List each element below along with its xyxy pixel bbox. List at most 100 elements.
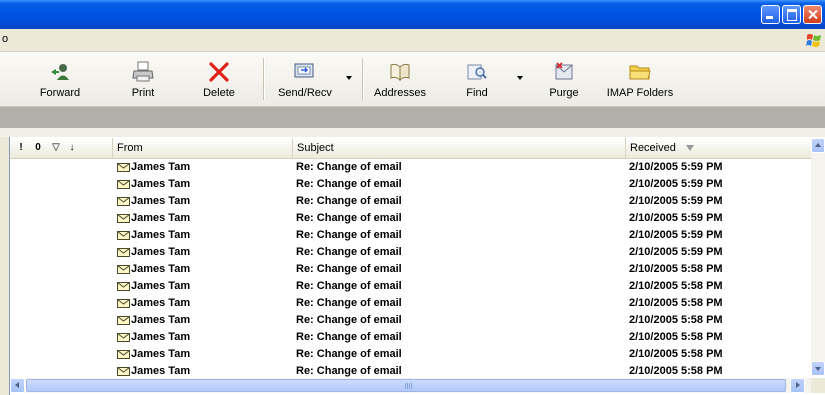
menu-item-fragment[interactable]: o — [2, 33, 8, 45]
envelope-icon — [117, 367, 130, 376]
row-received: 2/10/2005 5:58 PM — [629, 331, 723, 343]
envelope-icon — [117, 248, 130, 257]
envelope-icon — [117, 197, 130, 206]
close-button[interactable] — [803, 5, 822, 24]
row-received: 2/10/2005 5:59 PM — [629, 161, 723, 173]
row-subject: Re: Change of email — [296, 314, 402, 326]
table-row[interactable]: James Tam Re: Change of email 2/10/2005 5:… — [10, 312, 811, 329]
addresses-label: Addresses — [374, 87, 426, 99]
scroll-up-button[interactable] — [811, 138, 825, 153]
horizontal-scroll-thumb[interactable] — [26, 379, 786, 392]
maximize-button[interactable] — [782, 5, 801, 24]
row-subject: Re: Change of email — [296, 178, 402, 190]
column-header-row: ! 0 ▽ ↓ From Subject Received — [10, 138, 811, 159]
icon-columns-divider — [10, 138, 113, 158]
delete-x-icon — [209, 62, 229, 82]
send-receive-button[interactable]: Send/Recv — [272, 52, 338, 106]
row-subject: Re: Change of email — [296, 246, 402, 258]
envelope-icon — [117, 214, 130, 223]
from-column-header[interactable]: From — [113, 138, 293, 158]
print-button[interactable]: Print — [120, 52, 166, 106]
row-received: 2/10/2005 5:59 PM — [629, 195, 723, 207]
find-dropdown-arrow[interactable] — [517, 76, 523, 80]
row-subject: Re: Change of email — [296, 348, 402, 360]
send-receive-label: Send/Recv — [278, 87, 332, 99]
row-received: 2/10/2005 5:58 PM — [629, 297, 723, 309]
table-row[interactable]: James Tam Re: Change of email 2/10/2005 5:… — [10, 176, 811, 193]
row-subject: Re: Change of email — [296, 365, 402, 377]
table-row[interactable]: James Tam Re: Change of email 2/10/2005 5:… — [10, 261, 811, 278]
row-subject: Re: Change of email — [296, 331, 402, 343]
row-received: 2/10/2005 5:58 PM — [629, 263, 723, 275]
row-subject: Re: Change of email — [296, 195, 402, 207]
row-from: James Tam — [131, 212, 191, 224]
received-column-header[interactable]: Received — [626, 138, 811, 158]
row-from: James Tam — [131, 195, 191, 207]
imap-folders-label: IMAP Folders — [606, 87, 674, 99]
row-subject: Re: Change of email — [296, 212, 402, 224]
folder-header-bar — [0, 107, 825, 128]
row-from: James Tam — [131, 280, 191, 292]
message-list: ! 0 ▽ ↓ From Subject Received James Tam R… — [10, 138, 825, 378]
envelope-icon — [117, 350, 130, 359]
row-subject: Re: Change of email — [296, 229, 402, 241]
send-receive-dropdown-arrow[interactable] — [346, 76, 352, 80]
message-rows: James Tam Re: Change of email 2/10/2005 5:… — [10, 159, 811, 378]
title-bar — [0, 0, 825, 29]
toolbar-separator — [362, 58, 363, 100]
row-from: James Tam — [131, 246, 191, 258]
row-subject: Re: Change of email — [296, 297, 402, 309]
table-row[interactable]: James Tam Re: Change of email 2/10/2005 5:… — [10, 210, 811, 227]
row-from: James Tam — [131, 314, 191, 326]
row-received: 2/10/2005 5:58 PM — [629, 280, 723, 292]
table-row[interactable]: James Tam Re: Change of email 2/10/2005 5:… — [10, 329, 811, 346]
scroll-down-button[interactable] — [811, 361, 825, 376]
envelope-icon — [117, 231, 130, 240]
row-received: 2/10/2005 5:59 PM — [629, 178, 723, 190]
envelope-icon — [117, 299, 130, 308]
imap-folders-button[interactable]: IMAP Folders — [604, 52, 676, 106]
table-row[interactable]: James Tam Re: Change of email 2/10/2005 5:… — [10, 295, 811, 312]
row-from: James Tam — [131, 365, 191, 377]
purge-label: Purge — [549, 87, 579, 99]
purge-icon — [555, 62, 573, 80]
find-button[interactable]: Find — [457, 52, 497, 106]
from-column-label: From — [117, 142, 143, 154]
scroll-right-button[interactable] — [790, 378, 805, 393]
row-subject: Re: Change of email — [296, 280, 402, 292]
row-from: James Tam — [131, 263, 191, 275]
table-row[interactable]: James Tam Re: Change of email 2/10/2005 5:… — [10, 278, 811, 295]
envelope-icon — [117, 333, 130, 342]
subject-column-header[interactable]: Subject — [293, 138, 626, 158]
windows-logo-icon — [806, 34, 821, 47]
forward-button[interactable]: Forward — [30, 52, 90, 106]
folder-pane-edge — [0, 137, 10, 395]
print-label: Print — [131, 87, 155, 99]
row-from: James Tam — [131, 178, 191, 190]
scroll-grip-icon — [405, 383, 413, 389]
row-from: James Tam — [131, 229, 191, 241]
scrollbar-corner — [811, 378, 825, 393]
table-row[interactable]: James Tam Re: Change of email 2/10/2005 5:… — [10, 363, 811, 378]
row-from: James Tam — [131, 331, 191, 343]
addresses-button[interactable]: Addresses — [369, 52, 431, 106]
delete-button[interactable]: Delete — [196, 52, 242, 106]
purge-button[interactable]: Purge — [540, 52, 588, 106]
table-row[interactable]: James Tam Re: Change of email 2/10/2005 5:… — [10, 346, 811, 363]
table-row[interactable]: James Tam Re: Change of email 2/10/2005 5:… — [10, 159, 811, 176]
received-column-label: Received — [630, 142, 676, 154]
send-receive-icon — [294, 63, 314, 78]
minimize-button[interactable] — [761, 5, 780, 24]
row-received: 2/10/2005 5:58 PM — [629, 314, 723, 326]
forward-icon — [51, 64, 69, 80]
row-received: 2/10/2005 5:59 PM — [629, 212, 723, 224]
table-row[interactable]: James Tam Re: Change of email 2/10/2005 5:… — [10, 227, 811, 244]
table-row[interactable]: James Tam Re: Change of email 2/10/2005 5:… — [10, 244, 811, 261]
envelope-icon — [117, 265, 130, 274]
horizontal-scrollbar[interactable] — [10, 378, 811, 393]
row-received: 2/10/2005 5:58 PM — [629, 365, 723, 377]
scroll-left-button[interactable] — [10, 378, 25, 393]
table-row[interactable]: James Tam Re: Change of email 2/10/2005 5:… — [10, 193, 811, 210]
vertical-scrollbar[interactable] — [811, 138, 825, 376]
sort-descending-icon — [685, 145, 694, 152]
